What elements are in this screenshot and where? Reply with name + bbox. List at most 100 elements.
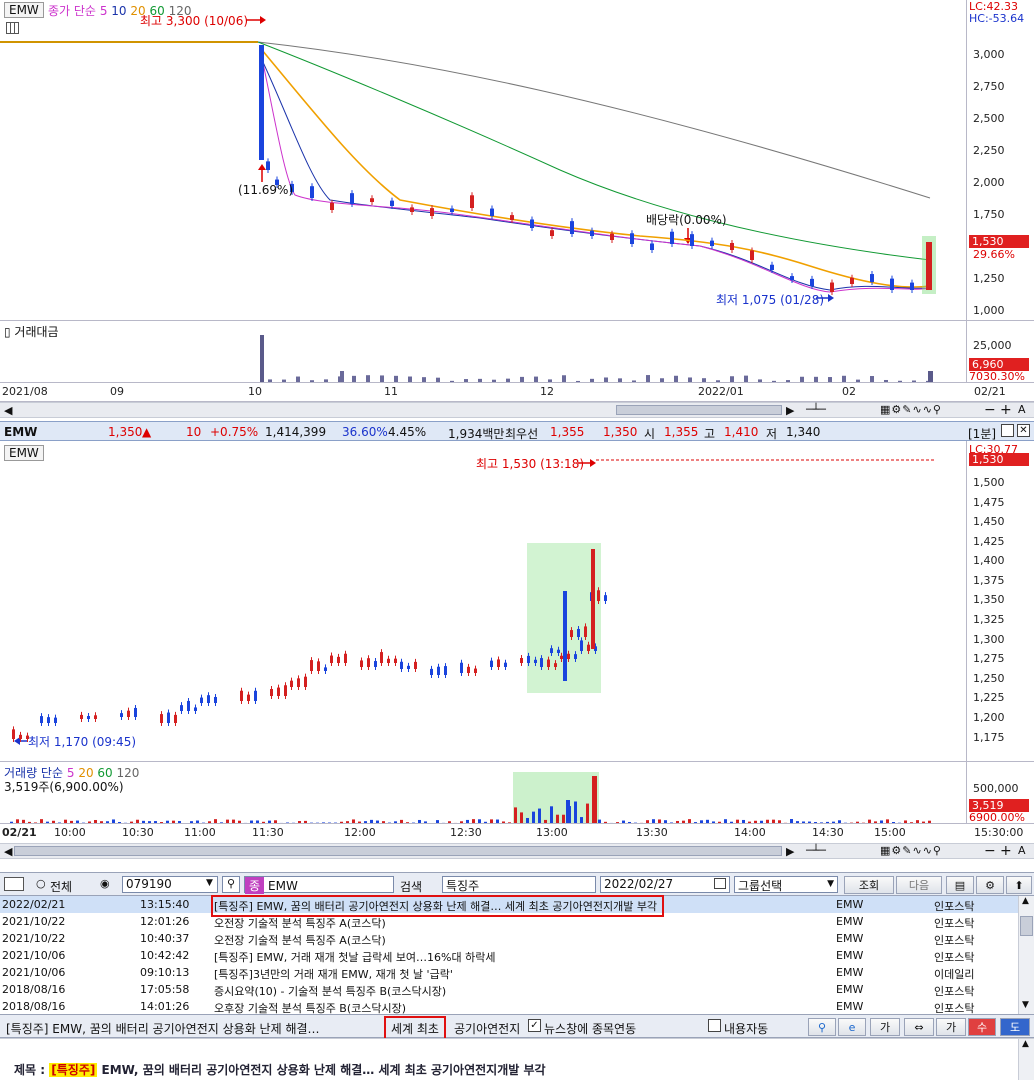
zoom-out-icon[interactable]: −: [984, 843, 996, 859]
volume-bar: [574, 801, 577, 824]
candle: [554, 663, 557, 667]
intraday-scrollbar[interactable]: ◀ ▶ ─┴─ ▦⚙✎∿∿⚲ − + A: [0, 843, 1034, 859]
radio-all[interactable]: ○: [36, 877, 46, 890]
expand-view-icon[interactable]: ⇔: [904, 1018, 934, 1036]
font-large-icon[interactable]: 가: [936, 1018, 966, 1036]
x-end-label: 15:30:00: [974, 826, 1024, 839]
volume-bar: [586, 803, 589, 824]
candle: [380, 652, 383, 663]
news-symbol: EMW: [836, 898, 864, 911]
candle: [317, 661, 320, 671]
daily-scrollbar[interactable]: ◀ ▶ ─┴─ ▦⚙✎∿∿⚲ − + A: [0, 402, 1034, 418]
next-button[interactable]: 다음: [896, 876, 942, 894]
candle: [394, 658, 397, 663]
x-label: 11:30: [252, 826, 284, 839]
zoom-slider-icon[interactable]: ─┴─: [806, 403, 826, 416]
zoom-in-icon[interactable]: +: [1000, 843, 1012, 859]
browser-icon[interactable]: e: [838, 1018, 866, 1036]
search-icon[interactable]: ⚲: [222, 876, 240, 893]
sell-button[interactable]: 수: [968, 1018, 996, 1036]
restore-icon[interactable]: [1001, 424, 1014, 437]
scroll-right-icon[interactable]: ▶: [786, 845, 794, 858]
zoom-slider-icon[interactable]: ─┴─: [806, 844, 826, 857]
news-row[interactable]: 2021/10/06 09:10:13 [특징주]3년만의 거래 재개 EMW,…: [0, 964, 1018, 981]
news-time: 12:01:26: [140, 915, 190, 928]
candle: [387, 658, 390, 663]
scroll-up-icon[interactable]: ▲: [1022, 896, 1029, 906]
scroll-down-icon[interactable]: ▼: [1022, 1000, 1029, 1010]
candle: [490, 660, 493, 667]
news-row[interactable]: 2021/10/22 10:40:37 오전장 기술적 분석 특징주 A(코스닥…: [0, 930, 1018, 947]
scroll-up-icon[interactable]: ▲: [1022, 1039, 1029, 1049]
settings-icon[interactable]: ⚙: [976, 876, 1004, 894]
intraday-price-plot: [12, 459, 934, 745]
candle: [54, 717, 57, 723]
candle: [360, 660, 363, 667]
scroll-thumb[interactable]: [14, 846, 782, 856]
scroll-right-icon[interactable]: ▶: [786, 404, 794, 417]
news-time: 17:05:58: [140, 983, 190, 996]
name-badge: 종: [245, 877, 265, 894]
intraday-tick: 1,325: [973, 613, 1005, 626]
chart-tools-icons[interactable]: ▦⚙✎∿∿⚲: [880, 844, 942, 857]
pct-arrow-head: [258, 164, 266, 170]
news-scrollbar[interactable]: ▲ ▼: [1018, 896, 1034, 1014]
code-dropdown-icon[interactable]: ▼: [206, 878, 213, 888]
daily-tick: 2,500: [973, 112, 1005, 125]
intraday-chart-panel: EMW 최고 1,530 (13:18) 최저 1,170 (09:45) LC…: [0, 441, 1034, 843]
news-menu-icon[interactable]: [4, 877, 24, 891]
zoom-out-icon[interactable]: −: [984, 402, 996, 418]
candle: [367, 658, 370, 667]
news-row[interactable]: 2018/08/16 14:01:26 오후장 기술적 분석 특징주 B(코스닥…: [0, 998, 1018, 1015]
auto-checkbox[interactable]: [708, 1019, 721, 1032]
ticker-bar: [특징주] EMW, 꿈의 배터리 공기아연전지 상용화 난제 해결… 세계 최…: [0, 1014, 1034, 1041]
date-input[interactable]: 2022/02/27: [600, 876, 730, 893]
pin-icon[interactable]: ⬆: [1006, 876, 1032, 894]
print-icon[interactable]: ▤: [946, 876, 974, 894]
news-row[interactable]: 2021/10/22 12:01:26 오전장 기술적 분석 특징주 A(코스닥…: [0, 913, 1018, 930]
candle: [400, 661, 403, 669]
intraday-tick: 1,200: [973, 711, 1005, 724]
buy-button[interactable]: 도: [1000, 1018, 1030, 1036]
news-row[interactable]: 2022/02/21 13:15:40 [특징주] EMW, 꿈의 배터리 공기…: [0, 895, 1018, 917]
expand-icon[interactable]: A: [1018, 844, 1026, 857]
name-field[interactable]: 종 EMW: [244, 876, 394, 894]
intraday-volume-axis: 500,000 3,519 6900.00%: [966, 761, 1034, 824]
x-label: 12:30: [450, 826, 482, 839]
zoom-in-icon[interactable]: +: [1000, 402, 1012, 418]
candle: [430, 668, 433, 675]
chart-tools-icons[interactable]: ▦⚙✎∿∿⚲: [880, 403, 942, 416]
news-scroll-thumb[interactable]: [1020, 916, 1033, 936]
group-select[interactable]: 그룹선택 ▼: [734, 876, 838, 893]
detail-scrollbar[interactable]: ▲: [1018, 1039, 1034, 1080]
font-small-icon[interactable]: 가: [870, 1018, 900, 1036]
code-input[interactable]: 079190: [122, 876, 218, 893]
scroll-left-icon[interactable]: ◀: [4, 845, 12, 858]
search-news-icon[interactable]: ⚲: [808, 1018, 836, 1036]
scroll-left-icon[interactable]: ◀: [4, 404, 12, 417]
scroll-thumb[interactable]: [616, 405, 782, 415]
x-label: 09: [110, 385, 124, 398]
radio-code[interactable]: ◉: [100, 877, 110, 890]
candle: [80, 714, 83, 719]
close-icon[interactable]: ✕: [1017, 424, 1030, 437]
calendar-icon[interactable]: [714, 878, 726, 889]
candle: [160, 714, 163, 723]
search-keyword-input[interactable]: 특징주: [442, 876, 596, 893]
news-row[interactable]: 2021/10/06 10:42:42 [특징주] EMW, 거래 재개 첫날 …: [0, 947, 1018, 964]
news-row[interactable]: 2018/08/16 17:05:58 증시요약(10) - 기술적 분석 특징…: [0, 981, 1018, 998]
last-candle: [926, 242, 932, 290]
news-time: 10:40:37: [140, 932, 190, 945]
news-date: 2018/08/16: [2, 983, 66, 996]
query-button[interactable]: 조회: [844, 876, 894, 894]
expand-icon[interactable]: A: [1018, 403, 1026, 416]
news-source: 인포스탁: [934, 917, 975, 930]
interval-label[interactable]: [1분]: [968, 425, 996, 442]
candle: [570, 221, 574, 234]
quote-low-label: 저: [766, 427, 778, 441]
candle: [47, 717, 50, 723]
quote-amount: 1,934백만: [448, 427, 505, 441]
candle: [910, 282, 914, 290]
news-link-checkbox[interactable]: ✓: [528, 1019, 541, 1032]
ticker-headline[interactable]: [특징주] EMW, 꿈의 배터리 공기아연전지 상용화 난제 해결…: [6, 1020, 320, 1037]
